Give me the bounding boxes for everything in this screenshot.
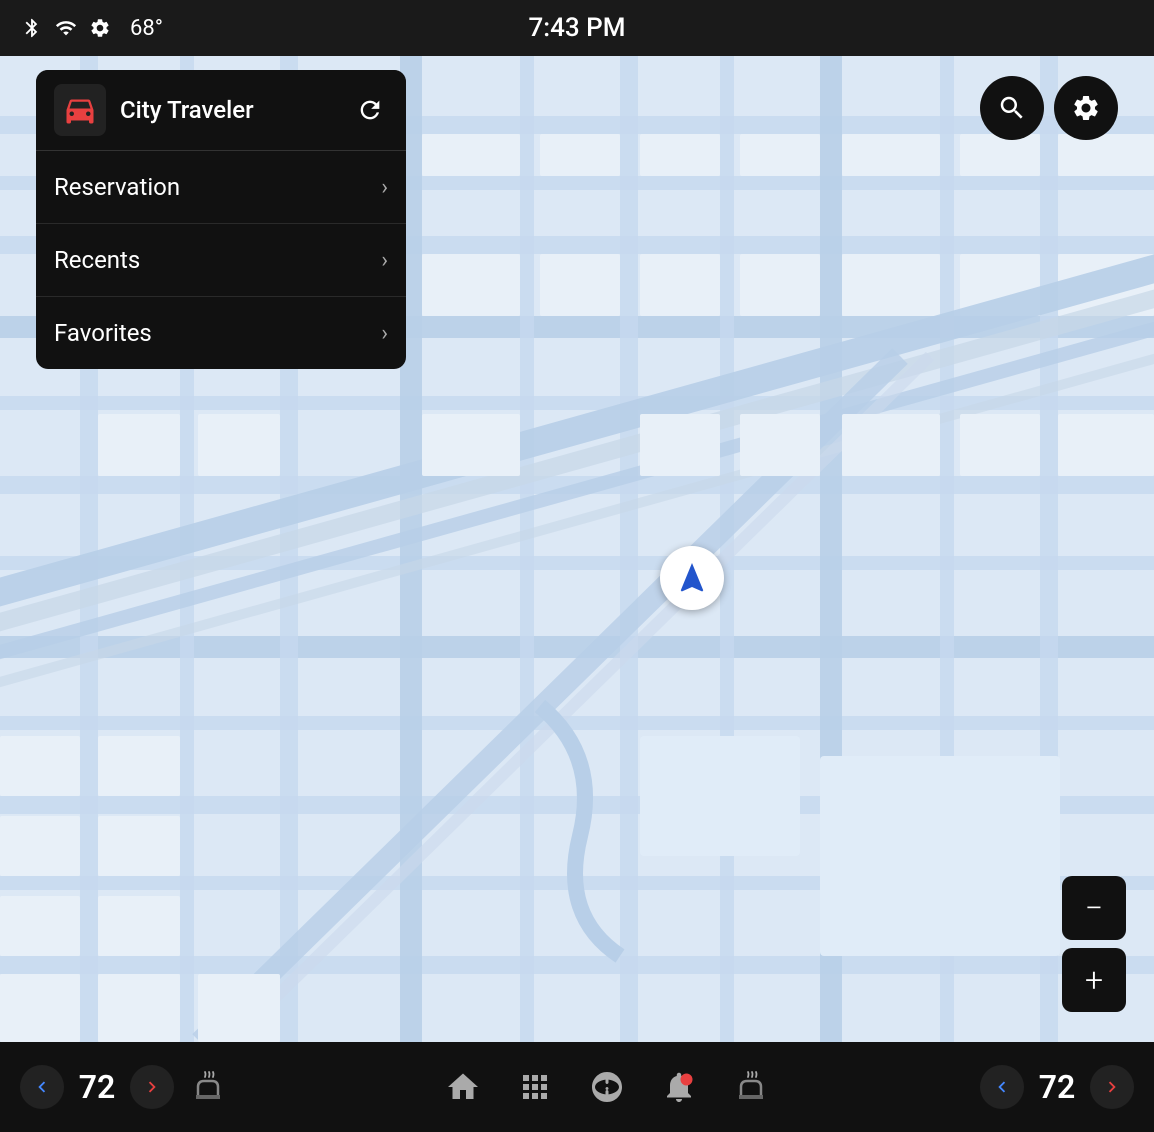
app-icon-box: [54, 84, 106, 136]
app-header: City Traveler: [36, 70, 406, 150]
left-temp-display: 72: [72, 1068, 122, 1106]
settings-button[interactable]: [1054, 76, 1118, 140]
home-button[interactable]: [437, 1061, 489, 1113]
left-seat-heat-button[interactable]: [182, 1061, 234, 1113]
left-temp-decrease-button[interactable]: [20, 1065, 64, 1109]
apps-button[interactable]: [509, 1061, 561, 1113]
top-right-buttons: [980, 76, 1118, 140]
signal-icon: [54, 16, 78, 40]
zoom-out-button[interactable]: −: [1062, 876, 1126, 940]
chevron-icon-reservation: ›: [381, 175, 388, 200]
menu-item-recents[interactable]: Recents ›: [36, 224, 406, 297]
right-temp-decrease-button[interactable]: [980, 1065, 1024, 1109]
app-card: City Traveler Reservation › Recents › Fa…: [36, 70, 406, 369]
refresh-button[interactable]: [352, 92, 388, 128]
temperature-display: 68°: [130, 16, 163, 41]
left-temp-section: 72: [20, 1061, 234, 1113]
status-bar: 68° 7:43 PM: [0, 0, 1154, 56]
bluetooth-icon: [20, 16, 44, 40]
zoom-controls: − +: [1062, 876, 1126, 1012]
fan-button[interactable]: [581, 1061, 633, 1113]
menu-item-recents-label: Recents: [54, 246, 140, 274]
zoom-in-button[interactable]: +: [1062, 948, 1126, 1012]
chevron-icon-recents: ›: [381, 248, 388, 273]
status-left-icons: 68°: [20, 16, 163, 41]
left-temp-increase-button[interactable]: [130, 1065, 174, 1109]
bottom-center-icons: [234, 1061, 980, 1113]
menu-item-favorites-label: Favorites: [54, 319, 152, 347]
settings-icon: [88, 16, 112, 40]
clock-display: 7:43 PM: [529, 13, 626, 43]
menu-item-reservation[interactable]: Reservation ›: [36, 151, 406, 224]
menu-item-reservation-label: Reservation: [54, 173, 180, 201]
chevron-icon-favorites: ›: [381, 321, 388, 346]
bottom-bar: 72: [0, 1042, 1154, 1132]
search-button[interactable]: [980, 76, 1044, 140]
location-marker: [660, 546, 724, 610]
app-title: City Traveler: [120, 96, 254, 124]
notification-button[interactable]: [653, 1061, 705, 1113]
right-temp-increase-button[interactable]: [1090, 1065, 1134, 1109]
rear-heat-button[interactable]: [725, 1061, 777, 1113]
location-circle: [660, 546, 724, 610]
right-temp-section: 72: [980, 1065, 1134, 1109]
right-temp-display: 72: [1032, 1068, 1082, 1106]
menu-item-favorites[interactable]: Favorites ›: [36, 297, 406, 369]
app-header-left: City Traveler: [54, 84, 254, 136]
